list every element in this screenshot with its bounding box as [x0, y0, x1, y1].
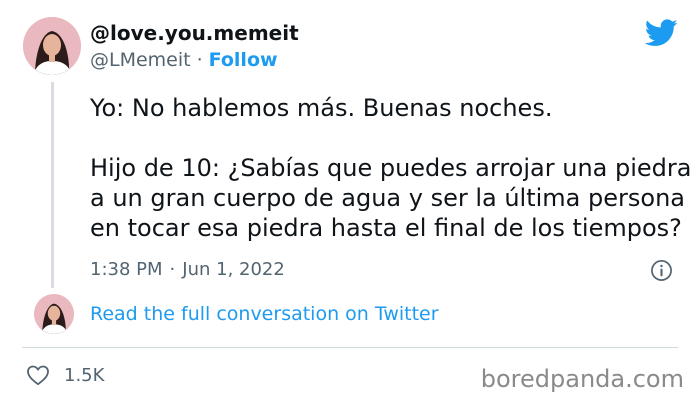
thread-connector-line: [51, 82, 54, 288]
separator-dot: ·: [169, 259, 176, 280]
author-display-name[interactable]: @love.you.memeit: [90, 21, 299, 45]
tweet-line: en tocar esa piedra hasta el final de lo…: [90, 214, 682, 242]
divider: [22, 347, 678, 348]
avatar[interactable]: [23, 17, 81, 75]
avatar-image: [34, 294, 74, 334]
tweet-date: Jun 1, 2022: [182, 259, 285, 280]
avatar-image: [23, 17, 81, 75]
avatar-small[interactable]: [34, 294, 74, 334]
info-icon[interactable]: [650, 259, 673, 282]
follow-button[interactable]: Follow: [209, 49, 278, 71]
tweet-line: Hijo de 10: ¿Sabías que puedes arrojar u…: [90, 154, 692, 182]
tweet-time: 1:38 PM: [90, 259, 163, 280]
author-handle-row: @LMemeit · Follow: [90, 49, 278, 71]
separator-dot: ·: [196, 49, 203, 71]
heart-icon: [27, 365, 49, 386]
tweet-timestamp[interactable]: 1:38 PM · Jun 1, 2022: [90, 259, 285, 280]
author-handle[interactable]: @LMemeit: [90, 49, 191, 71]
like-button[interactable]: 1.5K: [26, 364, 104, 386]
read-conversation-link[interactable]: Read the full conversation on Twitter: [90, 303, 439, 325]
like-count: 1.5K: [64, 364, 105, 386]
tweet-line: Yo: No hablemos más. Buenas noches.: [90, 94, 553, 122]
watermark: boredpanda.com: [480, 365, 684, 393]
twitter-bird-icon[interactable]: [645, 19, 678, 47]
tweet-line: a un gran cuerpo de agua y ser la última…: [90, 184, 685, 212]
tweet-text: Yo: No hablemos más. Buenas noches. Hijo…: [90, 93, 692, 243]
